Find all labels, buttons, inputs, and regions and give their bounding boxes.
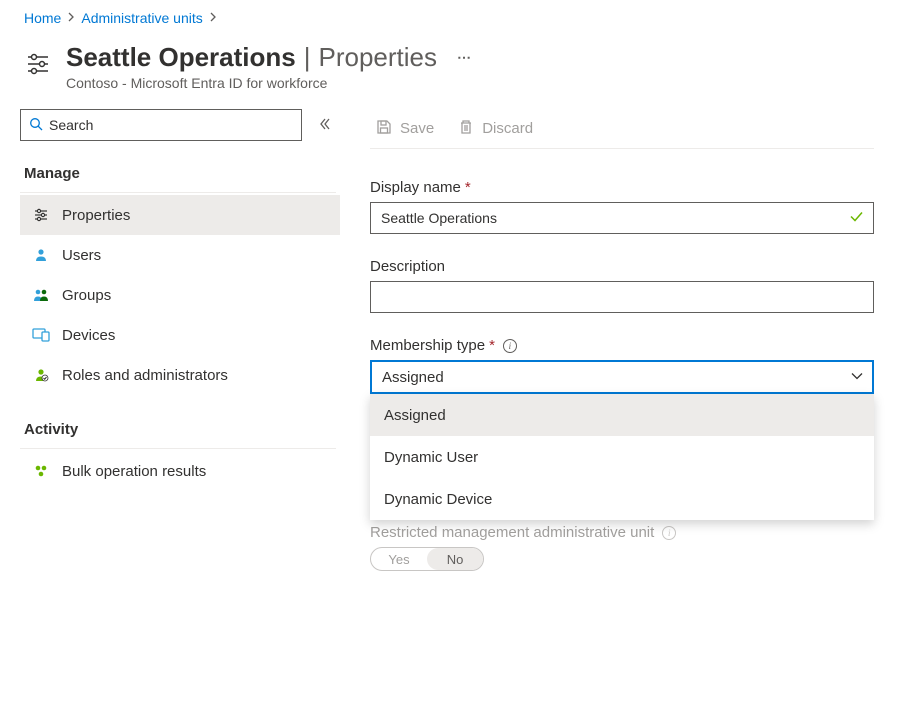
- nav-label: Devices: [62, 327, 115, 344]
- breadcrumb-admin-units[interactable]: Administrative units: [81, 10, 202, 26]
- option-dynamic-device[interactable]: Dynamic Device: [370, 478, 874, 520]
- devices-icon: [32, 326, 50, 344]
- display-name-label: Display name: [370, 179, 461, 196]
- nav-label: Roles and administrators: [62, 367, 228, 384]
- option-assigned[interactable]: Assigned: [370, 394, 874, 436]
- page-section: Properties: [319, 42, 438, 73]
- nav-label: Groups: [62, 287, 111, 304]
- save-label: Save: [400, 120, 434, 137]
- membership-type-label: Membership type: [370, 337, 485, 354]
- main-content: Save Discard Display name *: [340, 109, 898, 595]
- nav-properties[interactable]: Properties: [20, 195, 340, 235]
- toggle-yes[interactable]: Yes: [371, 548, 427, 570]
- chevron-right-icon: [209, 12, 217, 25]
- save-icon: [376, 119, 392, 139]
- trash-icon: [458, 119, 474, 139]
- nav-roles[interactable]: Roles and administrators: [20, 355, 340, 395]
- collapse-sidebar-button[interactable]: [318, 117, 332, 134]
- sliders-icon: [24, 50, 52, 78]
- more-button[interactable]: ⋯: [457, 49, 473, 66]
- info-icon[interactable]: i: [662, 526, 676, 540]
- membership-type-value: Assigned: [382, 369, 444, 386]
- toggle-no[interactable]: No: [427, 548, 483, 570]
- nav-label: Properties: [62, 207, 130, 224]
- bulk-icon: [32, 462, 50, 480]
- save-button[interactable]: Save: [376, 119, 434, 139]
- restricted-mgmt-toggle[interactable]: Yes No: [370, 547, 484, 571]
- description-label: Description: [370, 258, 445, 275]
- admin-icon: [32, 366, 50, 384]
- breadcrumb-home[interactable]: Home: [24, 10, 61, 26]
- sidebar-section-activity: Activity: [20, 415, 336, 449]
- chevron-down-icon: [850, 369, 864, 386]
- option-dynamic-user[interactable]: Dynamic User: [370, 436, 874, 478]
- nav-users[interactable]: Users: [20, 235, 340, 275]
- nav-bulk-results[interactable]: Bulk operation results: [20, 451, 340, 491]
- chevron-right-icon: [67, 12, 75, 25]
- sidebar-section-manage: Manage: [20, 159, 336, 193]
- search-input-wrapper[interactable]: [20, 109, 302, 141]
- discard-button[interactable]: Discard: [458, 119, 533, 139]
- nav-label: Bulk operation results: [62, 463, 206, 480]
- sliders-icon: [32, 206, 50, 224]
- page-subtitle: Contoso - Microsoft Entra ID for workfor…: [66, 75, 473, 91]
- description-input[interactable]: [370, 281, 874, 313]
- membership-type-select[interactable]: Assigned: [370, 360, 874, 394]
- required-indicator: *: [465, 179, 471, 196]
- nav-label: Users: [62, 247, 101, 264]
- search-icon: [29, 117, 43, 134]
- page-title: Seattle Operations: [66, 42, 296, 73]
- breadcrumb: Home Administrative units: [0, 0, 898, 34]
- toolbar: Save Discard: [370, 109, 874, 149]
- nav-groups[interactable]: Groups: [20, 275, 340, 315]
- sidebar: Manage Properties Users: [0, 109, 340, 595]
- search-input[interactable]: [49, 117, 293, 133]
- membership-type-dropdown: Assigned Dynamic User Dynamic Device: [370, 394, 874, 520]
- discard-label: Discard: [482, 120, 533, 137]
- display-name-input[interactable]: [370, 202, 874, 234]
- info-icon[interactable]: i: [503, 339, 517, 353]
- restricted-mgmt-label: Restricted management administrative uni…: [370, 524, 654, 541]
- user-icon: [32, 246, 50, 264]
- page-header: Seattle Operations | Properties ⋯ Contos…: [0, 34, 898, 109]
- checkmark-icon: [848, 209, 864, 228]
- title-separator: |: [304, 42, 311, 73]
- required-indicator: *: [489, 337, 495, 354]
- nav-devices[interactable]: Devices: [20, 315, 340, 355]
- group-icon: [32, 286, 50, 304]
